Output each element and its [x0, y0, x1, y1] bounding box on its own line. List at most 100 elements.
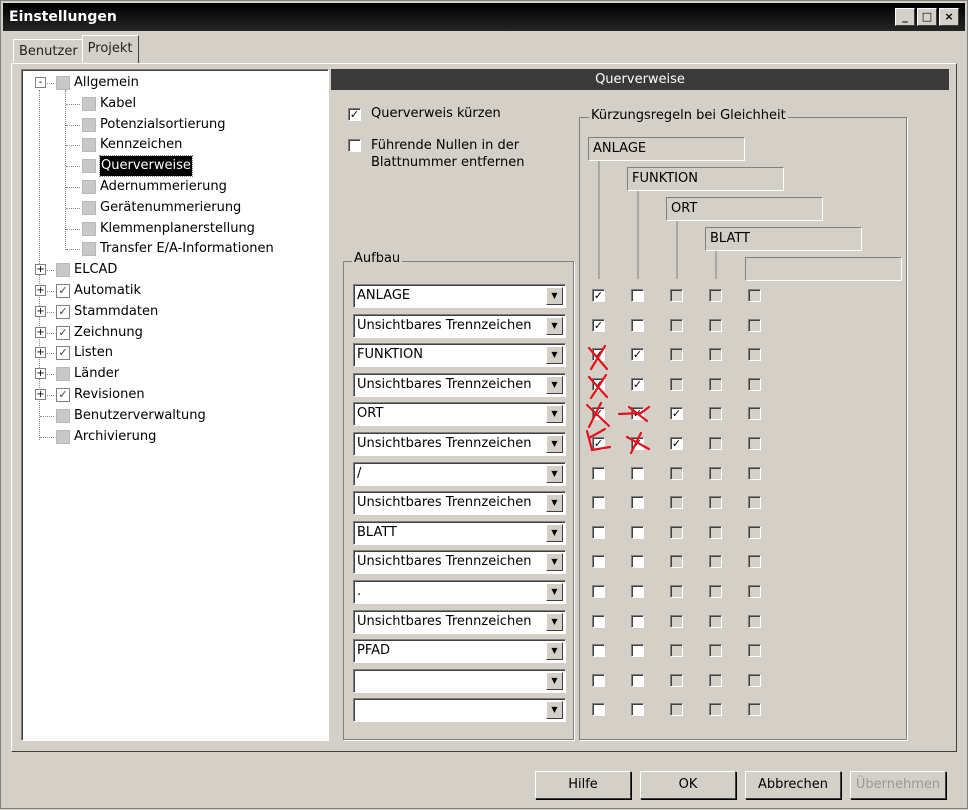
rule-checkbox[interactable]	[670, 703, 683, 717]
rule-checkbox[interactable]	[592, 466, 605, 480]
dropdown-arrow-icon[interactable]: ▼	[546, 553, 563, 572]
cancel-button[interactable]: Abbrechen	[745, 771, 841, 799]
aufbau-combo[interactable]: ANLAGE ▼	[353, 284, 566, 308]
aufbau-combo[interactable]: ORT ▼	[353, 402, 566, 427]
dropdown-arrow-icon[interactable]: ▼	[546, 671, 563, 690]
rule-checkbox[interactable]	[709, 348, 722, 362]
aufbau-combo[interactable]: ▼	[353, 698, 566, 723]
rule-checkbox[interactable]	[709, 525, 722, 539]
rule-checkbox[interactable]	[709, 703, 722, 717]
ok-button[interactable]: OK	[640, 771, 736, 799]
rule-checkbox[interactable]	[631, 496, 644, 510]
rule-checkbox[interactable]: ✓	[592, 377, 605, 391]
rule-checkbox[interactable]	[670, 585, 683, 598]
rule-checkbox[interactable]	[709, 289, 722, 302]
rule-checkbox[interactable]	[748, 466, 761, 480]
rule-checkbox[interactable]: ✓	[592, 318, 605, 332]
rule-checkbox[interactable]	[748, 437, 761, 450]
rule-checkbox[interactable]	[748, 673, 761, 687]
rule-checkbox[interactable]: ✓	[592, 437, 605, 450]
aufbau-combo[interactable]: / ▼	[353, 461, 566, 486]
rule-checkbox[interactable]	[709, 673, 722, 687]
rule-checkbox[interactable]	[670, 614, 683, 628]
rule-checkbox[interactable]	[670, 377, 683, 391]
rule-checkbox[interactable]	[631, 555, 644, 569]
rule-checkbox[interactable]	[709, 377, 722, 391]
dropdown-arrow-icon[interactable]: ▼	[546, 287, 563, 305]
rule-checkbox[interactable]	[670, 555, 683, 569]
rule-checkbox[interactable]	[709, 407, 722, 421]
rule-checkbox[interactable]	[748, 555, 761, 569]
dropdown-arrow-icon[interactable]: ▼	[546, 701, 563, 720]
rule-checkbox[interactable]	[709, 614, 722, 628]
rule-checkbox[interactable]	[709, 437, 722, 450]
help-button[interactable]: Hilfe	[535, 771, 631, 799]
rule-checkbox[interactable]	[748, 585, 761, 598]
rule-checkbox[interactable]	[631, 318, 644, 332]
rule-checkbox[interactable]	[592, 614, 605, 628]
rule-checkbox[interactable]	[592, 555, 605, 569]
dropdown-arrow-icon[interactable]: ▼	[546, 346, 563, 365]
rule-checkbox[interactable]: ✓	[631, 437, 644, 450]
rule-checkbox[interactable]	[748, 525, 761, 539]
rule-checkbox[interactable]	[709, 585, 722, 598]
rule-checkbox[interactable]	[592, 496, 605, 510]
dropdown-arrow-icon[interactable]: ▼	[546, 583, 563, 601]
rule-checkbox[interactable]	[748, 407, 761, 421]
dropdown-arrow-icon[interactable]: ▼	[546, 405, 563, 424]
rule-checkbox[interactable]	[670, 466, 683, 480]
tab-projekt[interactable]: Projekt	[81, 35, 139, 63]
rule-checkbox[interactable]: ✓	[670, 437, 683, 450]
rule-checkbox[interactable]	[670, 644, 683, 658]
rule-checkbox[interactable]	[748, 703, 761, 717]
aufbau-combo[interactable]: FUNKTION ▼	[353, 343, 566, 368]
rule-checkbox[interactable]	[670, 289, 683, 302]
rule-checkbox[interactable]	[670, 673, 683, 687]
rule-checkbox[interactable]	[748, 377, 761, 391]
dropdown-arrow-icon[interactable]: ▼	[546, 316, 563, 335]
rule-checkbox[interactable]	[631, 525, 644, 539]
aufbau-combo[interactable]: Unsichtbares Trennzeichen ▼	[353, 313, 566, 338]
dropdown-arrow-icon[interactable]: ▼	[546, 612, 563, 631]
aufbau-combo[interactable]: ▼	[353, 668, 566, 693]
rule-checkbox[interactable]	[631, 614, 644, 628]
rule-checkbox[interactable]	[631, 644, 644, 658]
rule-checkbox[interactable]: ✓	[670, 407, 683, 421]
rule-checkbox[interactable]	[592, 644, 605, 658]
aufbau-combo[interactable]: Unsichtbares Trennzeichen ▼	[353, 550, 566, 575]
rule-checkbox[interactable]: ✓	[592, 289, 605, 302]
rule-checkbox[interactable]	[748, 348, 761, 362]
dropdown-arrow-icon[interactable]: ▼	[546, 523, 563, 542]
rule-checkbox[interactable]: ✓	[631, 407, 644, 421]
dropdown-arrow-icon[interactable]: ▼	[546, 464, 563, 483]
dropdown-arrow-icon[interactable]: ▼	[546, 494, 563, 513]
rule-checkbox[interactable]	[592, 703, 605, 717]
aufbau-combo[interactable]: Unsichtbares Trennzeichen ▼	[353, 372, 566, 397]
aufbau-combo[interactable]: . ▼	[353, 580, 566, 604]
aufbau-combo[interactable]: Unsichtbares Trennzeichen ▼	[353, 432, 566, 456]
dropdown-arrow-icon[interactable]: ▼	[546, 642, 563, 661]
rule-checkbox[interactable]	[748, 644, 761, 658]
rule-checkbox[interactable]	[709, 555, 722, 569]
rule-checkbox[interactable]	[709, 496, 722, 510]
rule-checkbox[interactable]	[631, 703, 644, 717]
aufbau-combo[interactable]: Unsichtbares Trennzeichen ▼	[353, 609, 566, 634]
rule-checkbox[interactable]: ✓	[631, 377, 644, 391]
rule-checkbox[interactable]	[748, 614, 761, 628]
rule-checkbox[interactable]	[592, 525, 605, 539]
rule-checkbox[interactable]	[670, 496, 683, 510]
aufbau-combo[interactable]: BLATT ▼	[353, 520, 566, 545]
rule-checkbox[interactable]	[631, 289, 644, 302]
rule-checkbox[interactable]: ✓	[592, 407, 605, 421]
aufbau-combo[interactable]: Unsichtbares Trennzeichen ▼	[353, 491, 566, 516]
rule-checkbox[interactable]	[631, 673, 644, 687]
rule-checkbox[interactable]	[709, 318, 722, 332]
rule-checkbox[interactable]	[592, 585, 605, 598]
rule-checkbox[interactable]	[670, 525, 683, 539]
rule-checkbox[interactable]	[631, 585, 644, 598]
dropdown-arrow-icon[interactable]: ▼	[546, 435, 563, 453]
rule-checkbox[interactable]	[670, 318, 683, 332]
rule-checkbox[interactable]	[670, 348, 683, 362]
dropdown-arrow-icon[interactable]: ▼	[546, 375, 563, 394]
rule-checkbox[interactable]	[592, 673, 605, 687]
